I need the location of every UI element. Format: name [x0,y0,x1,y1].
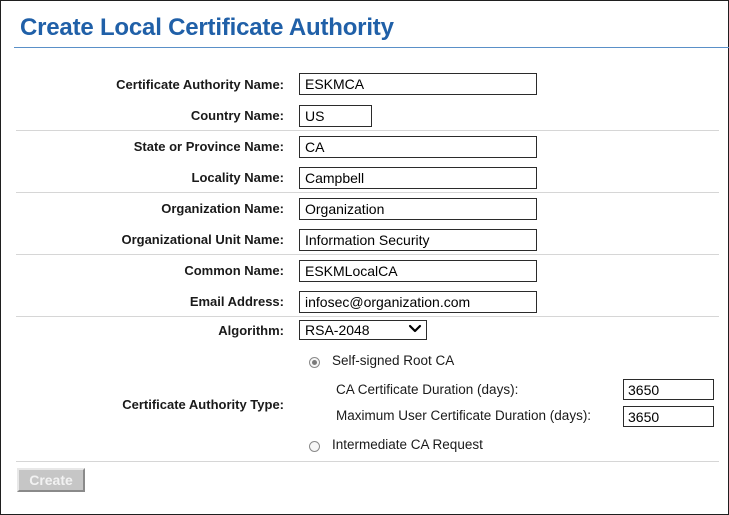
algorithm-label: Algorithm: [218,323,284,338]
dialog-frame: Create Local Certificate Authority Certi… [0,0,729,515]
ca-name-label: Certificate Authority Name: [116,77,284,92]
row-divider [16,192,719,193]
ca-duration-input[interactable]: 3650 [623,379,714,400]
max-user-duration-input[interactable]: 3650 [623,406,714,427]
organization-label: Organization Name: [161,201,284,216]
organization-input[interactable]: Organization [299,198,537,220]
self-signed-label: Self-signed Root CA [332,353,455,368]
org-unit-label: Organizational Unit Name: [121,232,284,247]
row-divider [16,461,719,462]
locality-input[interactable]: Campbell [299,167,537,189]
intermediate-radio[interactable] [309,441,320,452]
row-divider [16,254,719,255]
page-title: Create Local Certificate Authority [20,14,394,41]
chevron-down-icon [408,324,422,333]
create-button[interactable]: Create [17,468,85,492]
org-unit-input[interactable]: Information Security [299,229,537,251]
country-label: Country Name: [190,108,284,123]
email-input[interactable]: infosec@organization.com [299,291,537,313]
email-label: Email Address: [189,294,284,309]
state-label: State or Province Name: [133,139,284,154]
locality-label: Locality Name: [191,170,284,185]
ca-name-input[interactable]: ESKMCA [299,73,537,95]
ca-type-label: Certificate Authority Type: [122,397,284,412]
row-divider [16,316,719,317]
self-signed-radio[interactable] [309,357,320,368]
common-name-input[interactable]: ESKMLocalCA [299,260,537,282]
algorithm-select[interactable]: RSA-2048 [299,320,427,340]
algorithm-selected-value: RSA-2048 [305,322,370,338]
title-divider [14,47,729,48]
ca-duration-label: CA Certificate Duration (days): [336,382,519,397]
country-input[interactable]: US [299,105,372,127]
max-user-duration-label: Maximum User Certificate Duration (days)… [336,408,592,423]
intermediate-label: Intermediate CA Request [332,437,483,452]
common-name-label: Common Name: [184,263,284,278]
state-input[interactable]: CA [299,136,537,158]
row-divider [16,130,719,131]
